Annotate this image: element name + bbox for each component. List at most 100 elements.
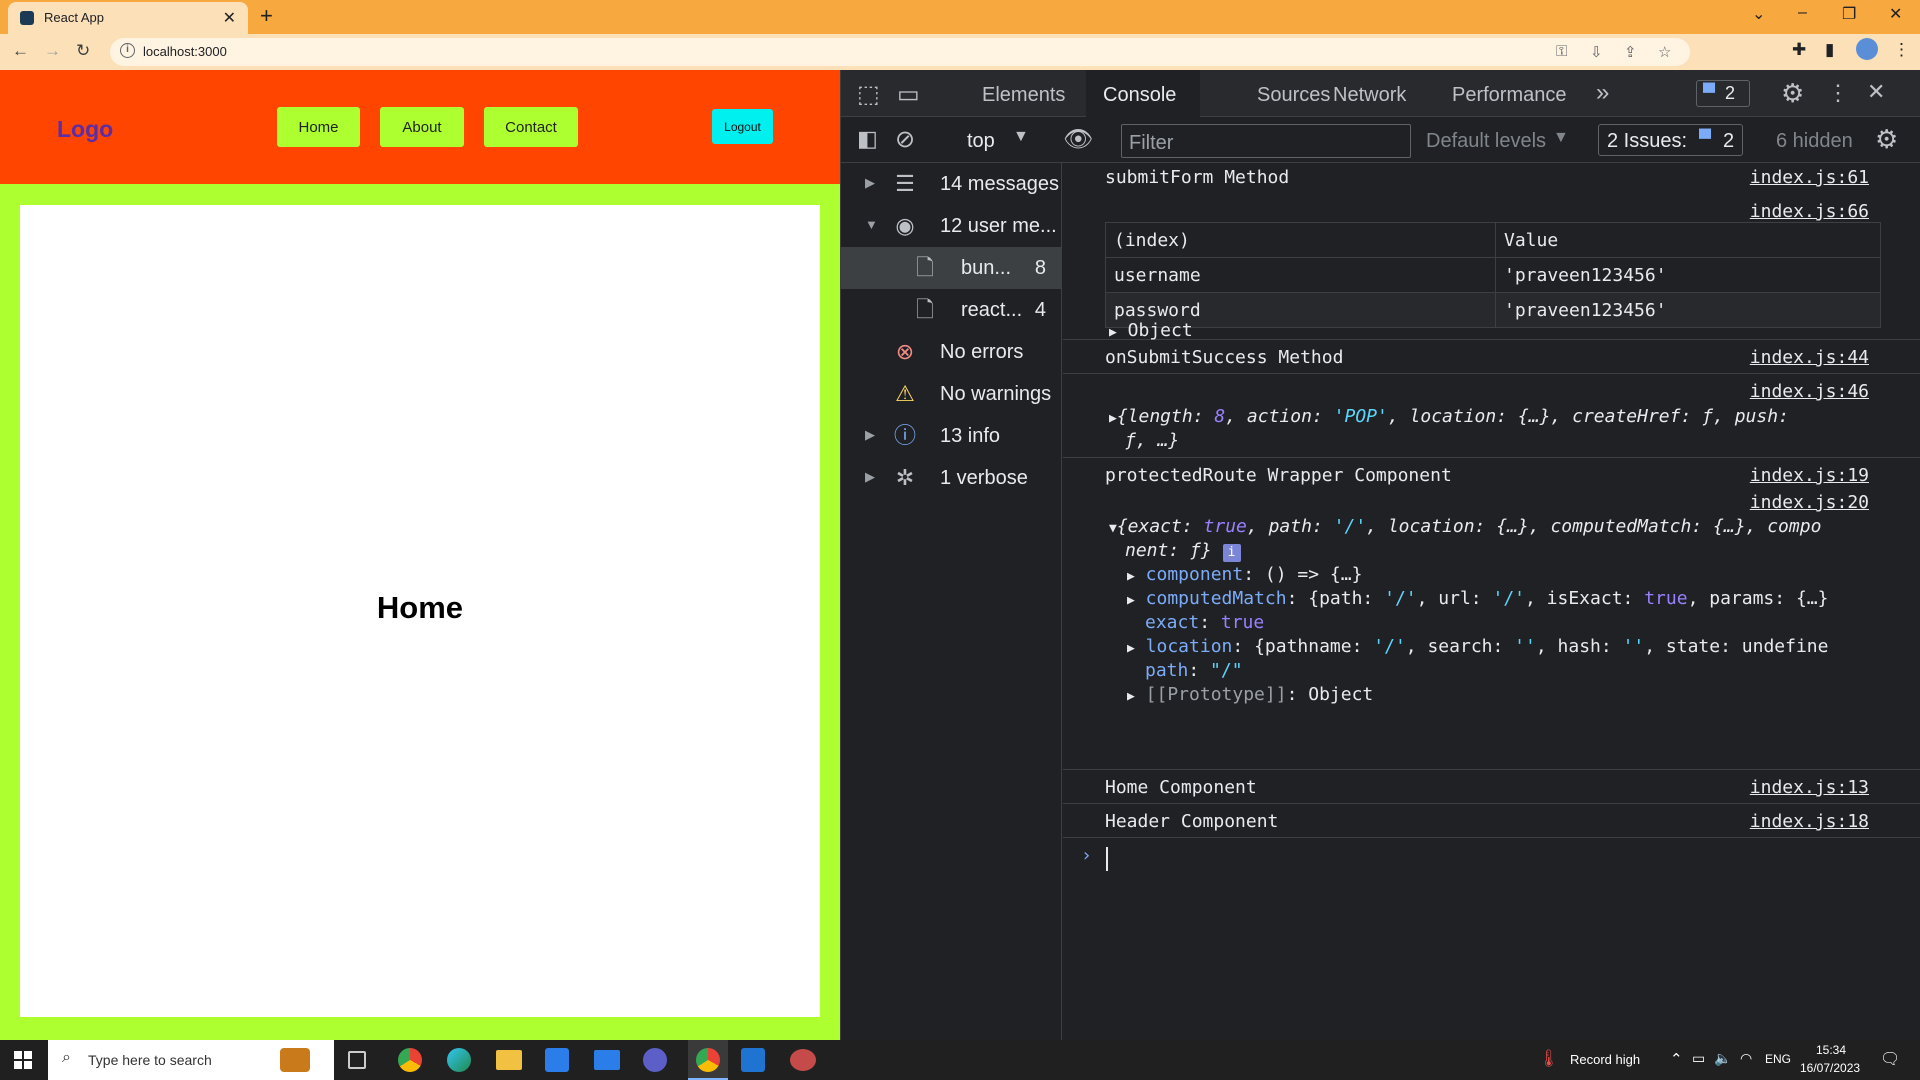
table-cell-value: 'praveen123456' — [1495, 292, 1881, 328]
volume-icon[interactable]: 🔈 — [1714, 1050, 1731, 1067]
object-expander[interactable]: ▶ Object — [1109, 320, 1193, 341]
share-icon[interactable]: ⇪ — [1624, 43, 1637, 61]
task-view-icon[interactable] — [348, 1051, 366, 1069]
sidebar-item-messages[interactable]: ▶ ☰ 14 messages — [841, 163, 1062, 205]
bookmark-star-icon[interactable]: ☆ — [1658, 43, 1671, 61]
sidebar-item-errors[interactable]: ⊗ No errors — [841, 331, 1062, 373]
source-link[interactable]: index.js:13 — [1750, 777, 1869, 798]
sidebar-item-verbose[interactable]: ▶ ✲ 1 verbose — [841, 457, 1062, 499]
sidebar-item-react[interactable]: 🗋 react... 4 — [841, 289, 1062, 331]
browser-tab-strip: React App ✕ + ⌄ – ❐ ✕ — [0, 0, 1920, 34]
close-window-button[interactable]: ✕ — [1889, 4, 1902, 24]
object-property[interactable]: ▶ [[Prototype]]: Object — [1127, 684, 1373, 705]
source-link[interactable]: index.js:18 — [1750, 811, 1869, 832]
tray-chevron-icon[interactable]: ⌃ — [1670, 1050, 1683, 1068]
reload-icon[interactable]: ↻ — [76, 41, 90, 61]
sidebar-toggle-icon[interactable]: ◧ — [857, 126, 878, 152]
nav-about-link[interactable]: About — [380, 107, 464, 147]
browser-menu-icon[interactable]: ⋮ — [1893, 40, 1910, 60]
sidebar-item-user-messages[interactable]: ▼ ◉ 12 user me... — [841, 205, 1062, 247]
tab-performance[interactable]: Performance — [1452, 84, 1567, 107]
context-selector[interactable]: top — [967, 130, 995, 153]
notifications-icon[interactable]: 🗨 — [1880, 1049, 1900, 1069]
source-link[interactable]: index.js:66 — [1750, 201, 1869, 222]
tab-network[interactable]: Network — [1333, 84, 1406, 107]
install-icon[interactable]: ⇩ — [1590, 43, 1603, 61]
restore-button[interactable]: ❐ — [1842, 4, 1856, 24]
nav-contact-link[interactable]: Contact — [484, 107, 578, 147]
new-tab-button[interactable]: + — [260, 3, 273, 29]
language-indicator[interactable]: ENG — [1765, 1052, 1791, 1066]
active-chrome-taskbar-item[interactable] — [688, 1040, 728, 1080]
browser-tab[interactable]: React App ✕ — [8, 2, 248, 34]
object-property[interactable]: ▶ component: () => {…} — [1127, 564, 1362, 585]
sidebar-item-warnings[interactable]: ⚠ No warnings — [841, 373, 1062, 415]
levels-dropdown-icon[interactable]: ▼ — [1553, 129, 1569, 147]
clear-console-icon[interactable]: ⊘ — [895, 125, 915, 154]
media-player-icon[interactable] — [643, 1048, 667, 1072]
console-message-table: index.js:66 (index) Value username 'prav… — [1063, 185, 1920, 341]
logout-button[interactable]: Logout — [712, 109, 773, 144]
weather-text[interactable]: Record high — [1570, 1052, 1640, 1067]
source-link[interactable]: index.js:20 — [1750, 492, 1869, 513]
mail-icon[interactable] — [594, 1050, 620, 1070]
taskbar-search-box[interactable]: ⌕ Type here to search — [48, 1040, 334, 1080]
device-toolbar-icon[interactable]: ▭ — [897, 80, 920, 109]
tab-close-icon[interactable]: ✕ — [223, 8, 236, 28]
battery-icon[interactable]: ▭ — [1692, 1050, 1705, 1067]
back-icon[interactable]: ← — [12, 41, 29, 61]
source-link[interactable]: index.js:44 — [1750, 347, 1869, 368]
clock-date[interactable]: 16/07/2023 — [1800, 1061, 1860, 1075]
extensions-icon[interactable]: ✚ — [1792, 40, 1806, 60]
store-icon[interactable] — [545, 1048, 569, 1072]
windows-start-icon[interactable] — [14, 1051, 32, 1069]
object-preview[interactable]: ▼{exact: true, path: '/', location: {…},… — [1109, 516, 1821, 537]
clock-time[interactable]: 15:34 — [1816, 1043, 1846, 1057]
chrome-icon[interactable] — [398, 1048, 422, 1072]
sidebar-item-info[interactable]: ▶ ⓘ 13 info — [841, 415, 1062, 457]
inspect-element-icon[interactable]: ⬚ — [857, 80, 880, 109]
profile-avatar[interactable] — [1856, 38, 1878, 60]
search-placeholder: Type here to search — [88, 1052, 212, 1068]
side-panel-icon[interactable]: ▮ — [1825, 40, 1834, 60]
customize-menu-icon[interactable]: ⋮ — [1827, 80, 1849, 106]
edge-icon[interactable] — [447, 1048, 471, 1072]
source-link[interactable]: index.js:19 — [1750, 465, 1869, 486]
tab-elements[interactable]: Elements — [982, 84, 1065, 107]
file-explorer-icon[interactable] — [496, 1050, 522, 1070]
close-devtools-icon[interactable]: ✕ — [1867, 79, 1885, 105]
nav-home-link[interactable]: Home — [277, 107, 360, 147]
log-levels-dropdown[interactable]: Default levels — [1426, 130, 1546, 153]
table-header-row: (index) Value — [1105, 222, 1881, 258]
console-input-caret[interactable] — [1106, 847, 1108, 871]
snipping-tool-icon[interactable] — [790, 1049, 816, 1071]
issues-badge-button[interactable]: ▀ 2 — [1696, 80, 1750, 107]
property-value: '' — [1514, 636, 1536, 657]
search-icon: ⌕ — [62, 1049, 71, 1066]
tab-search-icon[interactable]: ⌄ — [1752, 4, 1765, 24]
object-preview[interactable]: ▶{length: 8, action: 'POP', location: {…… — [1109, 406, 1789, 427]
forward-icon[interactable]: → — [44, 41, 61, 61]
context-dropdown-icon[interactable]: ▼ — [1013, 128, 1029, 146]
console-settings-icon[interactable]: ⚙ — [1875, 124, 1898, 155]
object-property[interactable]: ▶ computedMatch: {path: '/', url: '/', i… — [1127, 588, 1828, 609]
info-badge-icon[interactable]: i — [1222, 544, 1241, 562]
source-link[interactable]: index.js:46 — [1750, 381, 1869, 402]
filter-input[interactable]: Filter — [1121, 124, 1411, 158]
console-message: submitForm Method index.js:61 — [1063, 163, 1920, 188]
more-tabs-icon[interactable]: » — [1596, 79, 1609, 107]
object-property[interactable]: ▶ location: {pathname: '/', search: '', … — [1127, 636, 1879, 657]
address-bar[interactable]: i localhost:3000 ☆ ⇩ ⇪ ⚿ — [110, 38, 1690, 66]
wifi-icon[interactable]: ◠ — [1740, 1050, 1752, 1067]
live-expression-eye-icon[interactable]: 👁 — [1063, 125, 1093, 154]
minimize-button[interactable]: – — [1798, 4, 1807, 22]
sidebar-item-bundle[interactable]: 🗋 bun... 8 — [841, 247, 1062, 289]
tab-sources[interactable]: Sources — [1257, 84, 1330, 107]
tab-console[interactable]: Console — [1086, 70, 1200, 117]
settings-gear-icon[interactable]: ⚙ — [1781, 78, 1804, 109]
site-info-icon[interactable]: i — [120, 43, 135, 58]
issues-button[interactable]: 2 Issues: ▀ 2 — [1598, 124, 1743, 156]
webstorm-icon[interactable] — [741, 1048, 765, 1072]
key-icon[interactable]: ⚿ — [1556, 43, 1567, 60]
property-value: , isExact: — [1525, 588, 1645, 609]
